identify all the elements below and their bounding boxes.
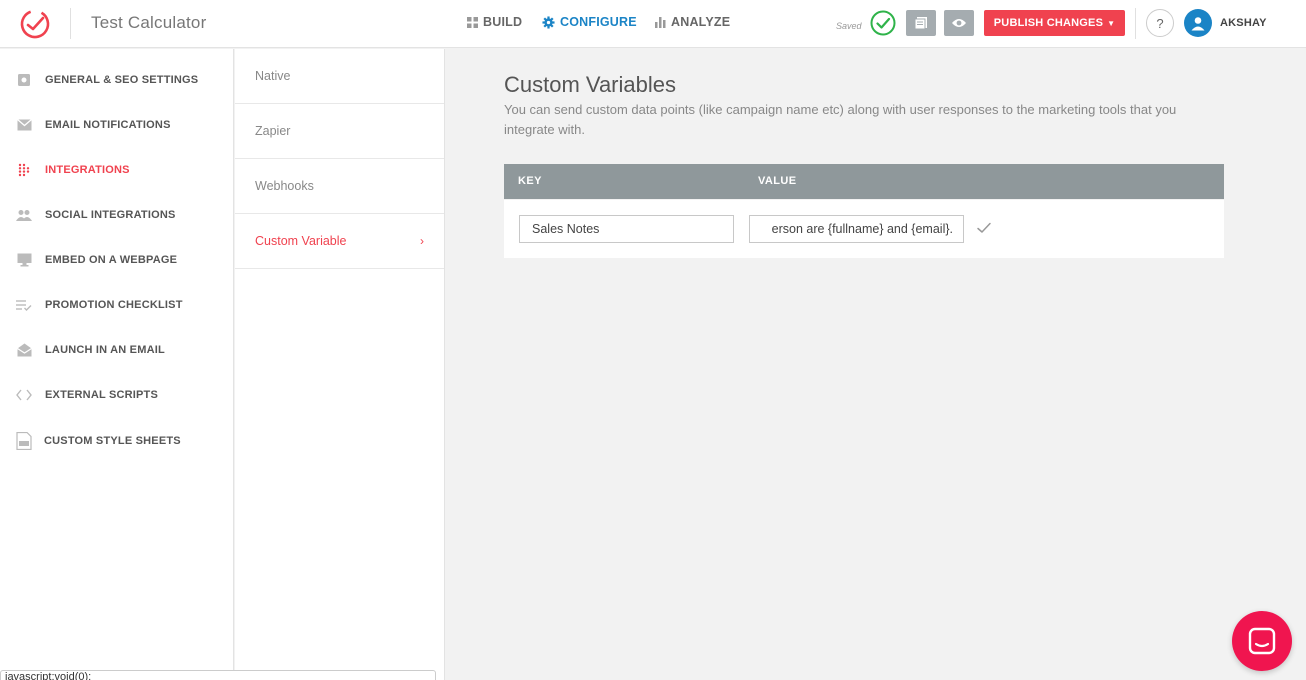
header-divider-right — [1135, 8, 1136, 39]
chevron-down-icon: ▼ — [1107, 18, 1116, 28]
variables-table-header: KEY VALUE — [504, 164, 1224, 199]
eye-icon — [952, 19, 966, 27]
sidebar-item-general-seo[interactable]: GENERAL & SEO SETTINGS — [0, 65, 234, 95]
avatar[interactable] — [1184, 9, 1212, 37]
value-input-text: erson are {fullname} and {email}. — [771, 222, 953, 236]
page-title: Custom Variables — [504, 72, 676, 97]
publish-changes-button[interactable]: PUBLISH CHANGES ▼ — [984, 10, 1125, 36]
settings-sidebar: GENERAL & SEO SETTINGS EMAIL NOTIFICATIO… — [0, 49, 234, 680]
sidebar-item-label: EMAIL NOTIFICATIONS — [45, 119, 171, 131]
submenu-item-webhooks[interactable]: Webhooks — [235, 159, 444, 214]
settings-icon — [16, 72, 32, 88]
saved-status-text: Saved — [836, 21, 862, 31]
nav-analyze[interactable]: ANALYZE — [655, 15, 730, 29]
sidebar-item-external-scripts[interactable]: EXTERNAL SCRIPTS — [0, 380, 234, 410]
submenu-item-custom-variable[interactable]: Custom Variable › — [235, 214, 444, 269]
pages-icon — [914, 17, 927, 30]
sidebar-item-integrations[interactable]: INTEGRATIONS — [0, 155, 234, 185]
checklist-icon — [16, 297, 32, 313]
nav-configure[interactable]: CONFIGURE — [542, 15, 637, 29]
open-envelope-icon — [16, 342, 32, 358]
submenu-item-label: Custom Variable — [255, 234, 347, 248]
submenu-item-label: Native — [255, 69, 291, 83]
submenu-item-native[interactable]: Native — [235, 49, 444, 104]
dots-grid-icon — [16, 162, 32, 178]
publish-changes-label: PUBLISH CHANGES — [993, 17, 1104, 29]
key-input[interactable] — [519, 215, 734, 243]
grid-icon — [467, 16, 478, 28]
integrations-submenu: Native Zapier Webhooks Custom Variable › — [235, 49, 445, 680]
saved-check-icon — [870, 10, 896, 36]
save-check-icon[interactable] — [976, 221, 992, 235]
value-input[interactable]: erson are {fullname} and {email}. — [749, 215, 964, 243]
sidebar-item-label: INTEGRATIONS — [45, 164, 130, 176]
table-row: erson are {fullname} and {email}. — [504, 200, 1224, 258]
nav-build-label: BUILD — [483, 15, 523, 29]
sidebar-item-launch-email[interactable]: LAUNCH IN AN EMAIL — [0, 335, 234, 365]
column-header-value: VALUE — [758, 175, 797, 187]
nav-build[interactable]: BUILD — [467, 15, 522, 29]
nav-configure-label: CONFIGURE — [560, 15, 637, 29]
sidebar-item-promotion-checklist[interactable]: PROMOTION CHECKLIST — [0, 290, 234, 320]
outgrow-logo-icon[interactable] — [18, 7, 52, 41]
submenu-item-label: Webhooks — [255, 179, 314, 193]
gear-icon — [542, 15, 555, 29]
chevron-right-icon: › — [420, 234, 424, 248]
sidebar-item-social-integrations[interactable]: SOCIAL INTEGRATIONS — [0, 200, 234, 230]
page-description: You can send custom data points (like ca… — [504, 102, 1177, 137]
chat-icon — [1248, 627, 1276, 655]
top-header: Test Calculator BUILD CONFIGURE ANALYZE … — [0, 0, 1306, 48]
header-divider — [70, 8, 71, 39]
bar-chart-icon — [655, 16, 666, 28]
sidebar-item-embed-webpage[interactable]: EMBED ON A WEBPAGE — [0, 245, 234, 275]
sidebar-item-email-notifications[interactable]: EMAIL NOTIFICATIONS — [0, 110, 234, 140]
browser-status-bar: javascript:void(0); — [0, 670, 436, 680]
sidebar-item-label: PROMOTION CHECKLIST — [45, 299, 183, 311]
user-icon — [1191, 17, 1205, 31]
sidebar-item-label: SOCIAL INTEGRATIONS — [45, 209, 176, 221]
sidebar-item-label: CUSTOM STYLE SHEETS — [44, 435, 181, 447]
sidebar-item-label: GENERAL & SEO SETTINGS — [45, 74, 199, 86]
submenu-item-zapier[interactable]: Zapier — [235, 104, 444, 159]
preview-button[interactable] — [944, 10, 974, 36]
templates-button[interactable] — [906, 10, 936, 36]
app-title: Test Calculator — [91, 13, 207, 32]
code-icon — [16, 387, 32, 403]
help-button[interactable]: ? — [1146, 9, 1174, 37]
sidebar-item-label: LAUNCH IN AN EMAIL — [45, 344, 165, 356]
css-file-icon — [16, 432, 32, 450]
people-icon — [16, 207, 32, 223]
monitor-icon — [16, 252, 32, 268]
chat-widget-button[interactable] — [1232, 611, 1292, 671]
column-header-key: KEY — [518, 175, 542, 187]
user-name[interactable]: AKSHAY — [1220, 17, 1267, 29]
sidebar-item-label: EXTERNAL SCRIPTS — [45, 389, 159, 401]
submenu-item-label: Zapier — [255, 124, 291, 138]
sidebar-item-label: EMBED ON A WEBPAGE — [45, 254, 178, 266]
envelope-icon — [16, 117, 32, 133]
nav-analyze-label: ANALYZE — [671, 15, 731, 29]
sidebar-item-custom-style-sheets[interactable]: CUSTOM STYLE SHEETS — [0, 426, 234, 456]
